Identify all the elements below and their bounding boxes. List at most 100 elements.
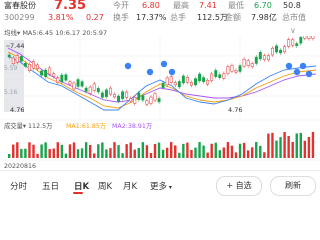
amount-label: 金额	[225, 13, 241, 22]
candle	[96, 88, 100, 93]
candle	[194, 78, 197, 86]
low-value: 6.70	[254, 1, 272, 10]
volume-bar	[76, 149, 80, 158]
candle	[218, 74, 222, 79]
candle	[32, 61, 35, 69]
candle	[295, 43, 299, 47]
badge-icon	[160, 60, 168, 68]
ma1-info: MA1:61.85万	[66, 122, 106, 130]
volume-bar	[230, 145, 234, 158]
volume-bar	[226, 142, 230, 158]
chevron-icon[interactable]: ∨	[290, 26, 296, 35]
candle	[109, 87, 112, 95]
volume-bar	[141, 142, 145, 158]
volume-bar	[129, 142, 132, 158]
volume-bar	[16, 142, 19, 158]
volume-bar	[263, 152, 266, 158]
volume-bar	[202, 145, 205, 158]
stock-price: 7.35	[54, 0, 87, 13]
volume-bar	[36, 153, 39, 158]
volume-bar	[48, 149, 51, 158]
turnover-label: 换手	[113, 13, 129, 22]
volume-bar	[32, 144, 35, 158]
candle	[262, 55, 266, 60]
tab-more[interactable]: 更多 ▾	[150, 180, 172, 192]
volume-bar	[307, 136, 311, 158]
refresh-button[interactable]: 刷新	[270, 176, 316, 196]
stock-name: 富春股份	[4, 1, 36, 10]
candle	[202, 77, 206, 82]
candle	[80, 81, 84, 87]
volume-bar	[218, 150, 221, 158]
candle	[68, 81, 72, 85]
badge-icon	[124, 62, 132, 70]
date-label: 20220816	[4, 163, 36, 170]
candle	[153, 93, 157, 101]
candle	[36, 64, 39, 70]
tab-more-label: 更多	[150, 182, 168, 192]
tab-month-k[interactable]: 月K	[123, 180, 137, 192]
total-value: 112.5万	[197, 13, 228, 22]
volume-bar	[194, 147, 197, 158]
tab-day-k[interactable]: 日K	[74, 180, 89, 192]
volume-bar	[161, 149, 165, 158]
candle	[52, 73, 56, 77]
volume-bar	[295, 133, 298, 158]
kline-chart[interactable]: 7.44 4.76 5.59 5.16 4.76 成交量▾ 112.5万 MA1…	[0, 36, 320, 170]
volume-bar	[178, 152, 181, 158]
volume-bar	[109, 148, 112, 158]
volume-info: 成交量▾ 112.5万	[4, 121, 52, 130]
candle	[40, 70, 44, 76]
stock-code: 300299	[4, 13, 35, 22]
candle	[149, 96, 153, 104]
volume-bar	[291, 141, 294, 158]
candle	[56, 77, 60, 84]
candle	[177, 81, 181, 88]
volume-bar	[287, 135, 290, 158]
candle	[72, 82, 76, 90]
volume-bar	[222, 147, 226, 158]
add-watchlist-button[interactable]: + 自选	[216, 176, 262, 196]
candle	[141, 95, 145, 101]
volume-bar	[279, 137, 282, 158]
left-low-label: 5.16	[4, 89, 18, 96]
candle	[133, 97, 137, 104]
volume-bar	[182, 143, 185, 158]
volume-bar	[311, 132, 315, 158]
tab-week-k[interactable]: 周K	[98, 180, 112, 192]
badge-icon	[146, 68, 154, 76]
stock-percent: 3.81%	[48, 13, 74, 22]
volume-bar	[105, 149, 108, 158]
candle	[104, 89, 108, 97]
candle	[250, 63, 254, 67]
volume-bar	[68, 144, 72, 158]
volume-bar	[214, 142, 217, 158]
volume-bar	[101, 142, 104, 158]
candle	[307, 36, 311, 39]
candle	[214, 70, 218, 77]
tab-minute[interactable]: 分时	[10, 180, 27, 192]
mid-price-label: 5.59	[4, 65, 18, 72]
candle	[48, 67, 52, 75]
volume-bar	[255, 142, 258, 158]
candle	[254, 56, 258, 64]
volume-bar	[40, 144, 43, 158]
volume-bar	[121, 153, 124, 158]
tab-five-day[interactable]: 五日	[42, 180, 59, 192]
volume-bar	[165, 147, 169, 158]
candle	[222, 73, 226, 79]
candle	[169, 76, 173, 83]
candle	[23, 63, 27, 67]
volume-bar	[93, 153, 96, 158]
candle	[299, 36, 303, 44]
badge-icon	[305, 70, 313, 78]
candle	[311, 36, 315, 39]
volume-bar	[12, 144, 15, 158]
candle	[92, 83, 96, 91]
volume-bars	[8, 132, 315, 158]
volume-bar	[238, 143, 242, 158]
open-value: 6.80	[142, 1, 160, 10]
candle	[64, 74, 68, 81]
volume-bar	[89, 144, 92, 158]
candle	[121, 91, 125, 99]
